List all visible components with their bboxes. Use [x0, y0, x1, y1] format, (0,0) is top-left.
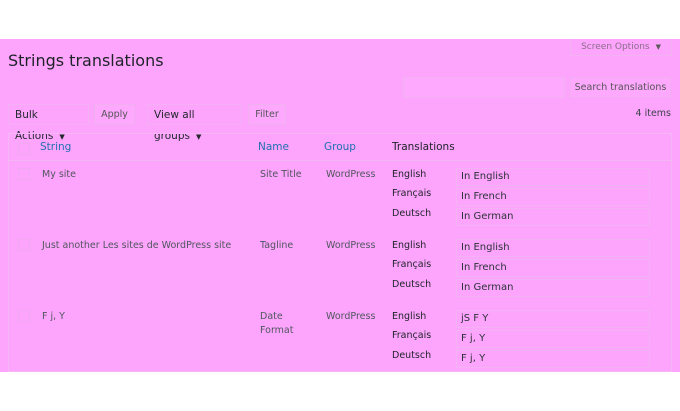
column-header-translations: Translations [392, 141, 455, 153]
bulk-actions-select[interactable]: Bulk Actions ▼ [8, 104, 89, 142]
column-header-name[interactable]: Name [258, 141, 289, 153]
language-label: Deutsch [392, 208, 432, 219]
translation-input[interactable]: F j, Y [456, 330, 650, 348]
row-checkbox[interactable] [18, 239, 30, 251]
translation-input[interactable]: In French [456, 259, 650, 277]
row-checkbox[interactable] [18, 168, 30, 180]
group-cell: WordPress [326, 311, 376, 322]
column-header-group[interactable]: Group [324, 141, 356, 153]
select-all-checkbox[interactable] [18, 143, 30, 155]
language-label: English [392, 169, 427, 180]
language-label: Deutsch [392, 279, 432, 290]
translation-input[interactable]: jS F Y [456, 310, 650, 328]
string-cell: F j, Y [42, 311, 65, 322]
translation-input[interactable]: In German [456, 208, 650, 226]
string-cell: Just another Les sites de WordPress site [42, 240, 232, 251]
language-label: Français [392, 259, 432, 270]
language-label: Deutsch [392, 350, 432, 361]
search-input[interactable] [403, 77, 565, 98]
strings-table: String Name Group Translations My site S… [8, 133, 672, 372]
language-label: English [392, 240, 427, 251]
language-label: Français [392, 188, 432, 199]
table-row: F j, Y Date Format WordPress English jS … [9, 310, 671, 372]
table-row: My site Site Title WordPress English In … [9, 168, 671, 236]
string-cell: My site [42, 169, 76, 180]
filter-button[interactable]: Filter [248, 104, 286, 125]
apply-button[interactable]: Apply [94, 104, 135, 125]
translation-input[interactable]: In English [456, 168, 650, 186]
group-cell: WordPress [326, 240, 376, 251]
strings-translations-page: Screen Options ▼ Strings translations Sea… [0, 39, 680, 372]
translation-input[interactable]: F j, Y [456, 350, 650, 368]
column-header-string[interactable]: String [40, 141, 71, 153]
translation-input[interactable]: In English [456, 239, 650, 257]
translation-input[interactable]: In German [456, 279, 650, 297]
name-cell: Site Title [260, 169, 302, 180]
page-title: Strings translations [8, 51, 164, 70]
row-checkbox[interactable] [18, 310, 30, 322]
table-row: Just another Les sites de WordPress site… [9, 239, 671, 307]
caret-down-icon: ▼ [655, 43, 661, 51]
screen-options-toggle[interactable]: Screen Options ▼ [570, 39, 672, 56]
name-cell: Date Format [260, 311, 294, 336]
search-translations-button[interactable]: Search translations [570, 77, 671, 98]
header-divider [9, 160, 671, 161]
group-filter-select[interactable]: View all groups ▼ [147, 104, 242, 142]
language-label: English [392, 311, 427, 322]
items-count: 4 items [635, 108, 671, 119]
screen-options-label: Screen Options [581, 42, 650, 52]
language-label: Français [392, 330, 432, 341]
translation-input[interactable]: In French [456, 188, 650, 206]
name-cell: Tagline [260, 240, 294, 251]
group-cell: WordPress [326, 169, 376, 180]
